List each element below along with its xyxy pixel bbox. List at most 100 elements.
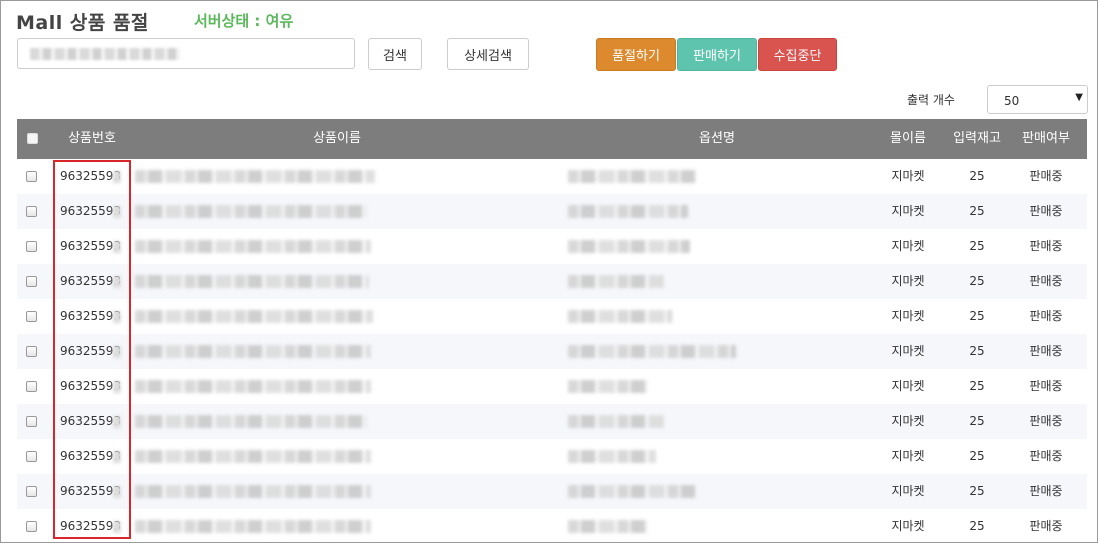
mall-name: 지마켓 [891, 519, 925, 533]
col-option-name: 옵션명 [699, 131, 735, 146]
stock-value: 25 [969, 484, 985, 498]
row-checkbox[interactable] [26, 521, 37, 532]
stock-value: 25 [969, 379, 985, 393]
stock-value: 25 [969, 239, 985, 253]
row-checkbox[interactable] [26, 416, 37, 427]
sale-status: 판매중 [1029, 519, 1063, 533]
row-checkbox[interactable] [26, 346, 37, 357]
table-body: 96325593 지마켓 25 판매중 96325593 지마켓 25 판매중 96325593… [17, 159, 1087, 544]
row-checkbox[interactable] [26, 241, 37, 252]
table-row[interactable]: 96325593 지마켓 25 판매중 [17, 474, 1087, 509]
detail-search-button[interactable]: 상세검색 [447, 38, 529, 70]
product-name-blurred [135, 415, 367, 428]
soldout-button[interactable]: 품절하기 [596, 38, 676, 71]
stock-value: 25 [969, 449, 985, 463]
row-checkbox[interactable] [26, 451, 37, 462]
product-name-blurred [135, 310, 373, 323]
table-row[interactable]: 96325593 지마켓 25 판매중 [17, 299, 1087, 334]
option-name-blurred [568, 450, 656, 463]
sell-button[interactable]: 판매하기 [677, 38, 757, 71]
dropdown-arrow-icon: ▼ [1075, 92, 1083, 103]
option-name-blurred [568, 485, 696, 498]
stock-value: 25 [969, 414, 985, 428]
table-header: 상품번호 상품이름 옵션명 몰이름 입력재고 판매여부 [17, 119, 1087, 159]
col-mall-name: 몰이름 [890, 131, 926, 146]
output-count-value: 50 [1004, 94, 1020, 108]
sale-status: 판매중 [1029, 344, 1063, 358]
option-name-blurred [568, 275, 664, 288]
option-name-blurred [568, 170, 696, 183]
sale-status: 판매중 [1029, 414, 1063, 428]
page-title: Mall 상품 품절 [16, 12, 149, 34]
table-row[interactable]: 96325593 지마켓 25 판매중 [17, 439, 1087, 474]
sale-status: 판매중 [1029, 169, 1063, 183]
col-sale-status: 판매여부 [1022, 131, 1070, 146]
table-row[interactable]: 96325593 지마켓 25 판매중 [17, 229, 1087, 264]
mall-name: 지마켓 [891, 204, 925, 218]
table-row[interactable]: 96325593 지마켓 25 판매중 [17, 404, 1087, 439]
stock-value: 25 [969, 309, 985, 323]
product-name-blurred [135, 240, 371, 253]
mall-name: 지마켓 [891, 449, 925, 463]
stop-collect-button[interactable]: 수집중단 [758, 38, 837, 71]
stock-value: 25 [969, 204, 985, 218]
option-name-blurred [568, 380, 648, 393]
product-name-blurred [135, 275, 369, 288]
option-name-blurred [568, 415, 664, 428]
product-name-blurred [135, 450, 371, 463]
output-count-select[interactable]: 50 ▼ [987, 85, 1088, 114]
col-stock: 입력재고 [953, 131, 1001, 146]
product-id-highlight-box [53, 160, 131, 539]
sale-status: 판매중 [1029, 309, 1063, 323]
option-name-blurred [568, 310, 672, 323]
product-name-blurred [135, 345, 371, 358]
sale-status: 판매중 [1029, 379, 1063, 393]
product-name-blurred [135, 520, 371, 533]
mall-name: 지마켓 [891, 414, 925, 428]
mall-name: 지마켓 [891, 379, 925, 393]
mall-name: 지마켓 [891, 309, 925, 323]
table-row[interactable]: 96325593 지마켓 25 판매중 [17, 334, 1087, 369]
sale-status: 판매중 [1029, 274, 1063, 288]
product-name-blurred [135, 485, 371, 498]
option-name-blurred [568, 240, 690, 253]
mall-name: 지마켓 [891, 344, 925, 358]
option-name-blurred [568, 345, 736, 358]
search-input[interactable] [17, 38, 355, 69]
product-name-blurred [135, 170, 375, 183]
row-checkbox[interactable] [26, 276, 37, 287]
product-name-blurred [135, 380, 371, 393]
stock-value: 25 [969, 344, 985, 358]
server-status: 서버상태 : 여유 [194, 12, 294, 30]
product-name-blurred [135, 205, 367, 218]
row-checkbox[interactable] [26, 486, 37, 497]
mall-name: 지마켓 [891, 274, 925, 288]
table-row[interactable]: 96325593 지마켓 25 판매중 [17, 369, 1087, 404]
mall-name: 지마켓 [891, 239, 925, 253]
sale-status: 판매중 [1029, 204, 1063, 218]
stock-value: 25 [969, 274, 985, 288]
col-product-id: 상품번호 [68, 131, 116, 146]
row-checkbox[interactable] [26, 206, 37, 217]
output-count-label: 출력 개수 [907, 93, 955, 107]
sale-status: 판매중 [1029, 239, 1063, 253]
search-input-value-blurred [30, 48, 180, 60]
option-name-blurred [568, 520, 648, 533]
table-row[interactable]: 96325593 지마켓 25 판매중 [17, 194, 1087, 229]
sale-status: 판매중 [1029, 449, 1063, 463]
table-row[interactable]: 96325593 지마켓 25 판매중 [17, 264, 1087, 299]
search-button[interactable]: 검색 [368, 38, 422, 70]
table-row[interactable]: 96325593 지마켓 25 판매중 [17, 509, 1087, 544]
mall-name: 지마켓 [891, 484, 925, 498]
stock-value: 25 [969, 169, 985, 183]
row-checkbox[interactable] [26, 381, 37, 392]
option-name-blurred [568, 205, 688, 218]
col-product-name: 상품이름 [313, 131, 361, 146]
sale-status: 판매중 [1029, 484, 1063, 498]
row-checkbox[interactable] [26, 311, 37, 322]
select-all-checkbox[interactable] [27, 133, 38, 144]
row-checkbox[interactable] [26, 171, 37, 182]
stock-value: 25 [969, 519, 985, 533]
mall-name: 지마켓 [891, 169, 925, 183]
table-row[interactable]: 96325593 지마켓 25 판매중 [17, 159, 1087, 194]
